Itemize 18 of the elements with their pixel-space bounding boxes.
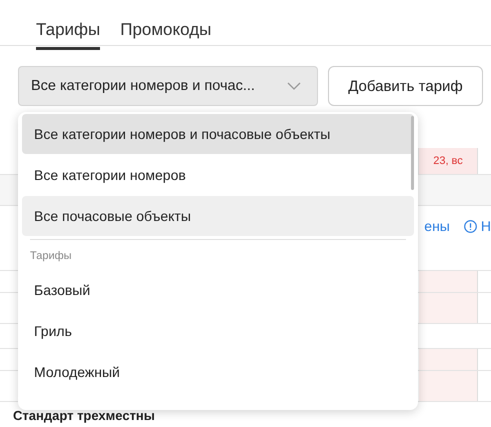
add-tariff-button[interactable]: Добавить тариф (328, 66, 483, 106)
menu-item[interactable]: Все категории номеров и почасовые объекты (22, 114, 414, 154)
tab[interactable]: Промокоды (120, 10, 212, 50)
section-title: Стандарт трехместны (12, 408, 155, 422)
menu-item[interactable]: Гриль (22, 311, 414, 351)
category-select[interactable]: Все категории номеров и почас... (18, 66, 318, 106)
legend-link[interactable]: Н (480, 218, 491, 234)
chevron-down-icon (287, 82, 301, 90)
legend-link[interactable]: ены (424, 218, 450, 234)
menu-item[interactable]: Базовый (22, 270, 414, 310)
group-label: Тарифы (29, 250, 73, 264)
menu-item[interactable]: Все категории номеров (22, 155, 414, 195)
tab[interactable]: Тарифы (36, 10, 100, 50)
menu-item[interactable]: Молодежный (22, 352, 414, 392)
day-header: 23, вс (418, 148, 478, 174)
scrollbar[interactable] (411, 116, 414, 190)
info-icon (464, 220, 477, 232)
menu-item[interactable]: Все почасовые объекты (22, 196, 414, 236)
